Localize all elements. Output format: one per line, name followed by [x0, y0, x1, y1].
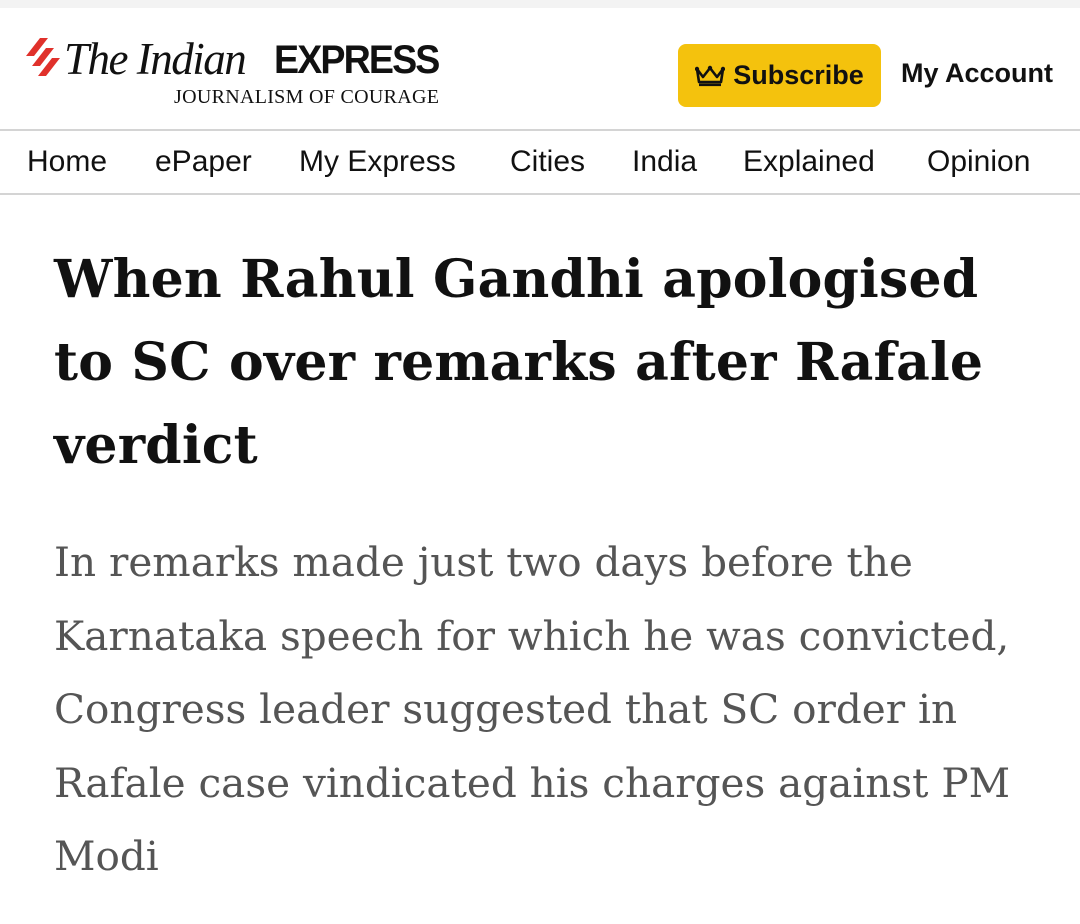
nav-item-cities[interactable]: Cities — [510, 145, 585, 179]
logo-wordmark-the-indian: The Indian — [64, 34, 247, 84]
nav-item-epaper[interactable]: ePaper — [155, 145, 252, 179]
main-nav: Home ePaper My Express Cities India Expl… — [0, 129, 1080, 195]
nav-item-explained[interactable]: Explained — [743, 145, 875, 179]
subscribe-label: Subscribe — [733, 60, 864, 90]
crown-icon — [695, 65, 726, 86]
site-header: The Indian EXPRESS JOURNALISM OF COURAGE… — [0, 8, 1080, 128]
top-strip — [0, 0, 1080, 8]
nav-item-india[interactable]: India — [632, 145, 697, 179]
nav-item-home[interactable]: Home — [27, 145, 107, 179]
nav-item-opinion[interactable]: Opinion — [927, 145, 1030, 179]
site-logo[interactable]: The Indian EXPRESS JOURNALISM OF COURAGE — [26, 34, 456, 114]
article-headline: When Rahul Gandhi apologised to SC over … — [54, 249, 984, 476]
article-synopsis: In remarks made just two days before the… — [54, 538, 1011, 880]
brand-mark-icon — [26, 38, 60, 76]
logo-wordmark-express: EXPRESS — [274, 38, 440, 82]
subscribe-button[interactable]: Subscribe — [678, 44, 881, 107]
logo-tagline: JOURNALISM OF COURAGE — [174, 86, 440, 108]
my-account-link[interactable]: My Account — [901, 58, 1053, 89]
nav-item-my-express[interactable]: My Express — [299, 145, 456, 179]
